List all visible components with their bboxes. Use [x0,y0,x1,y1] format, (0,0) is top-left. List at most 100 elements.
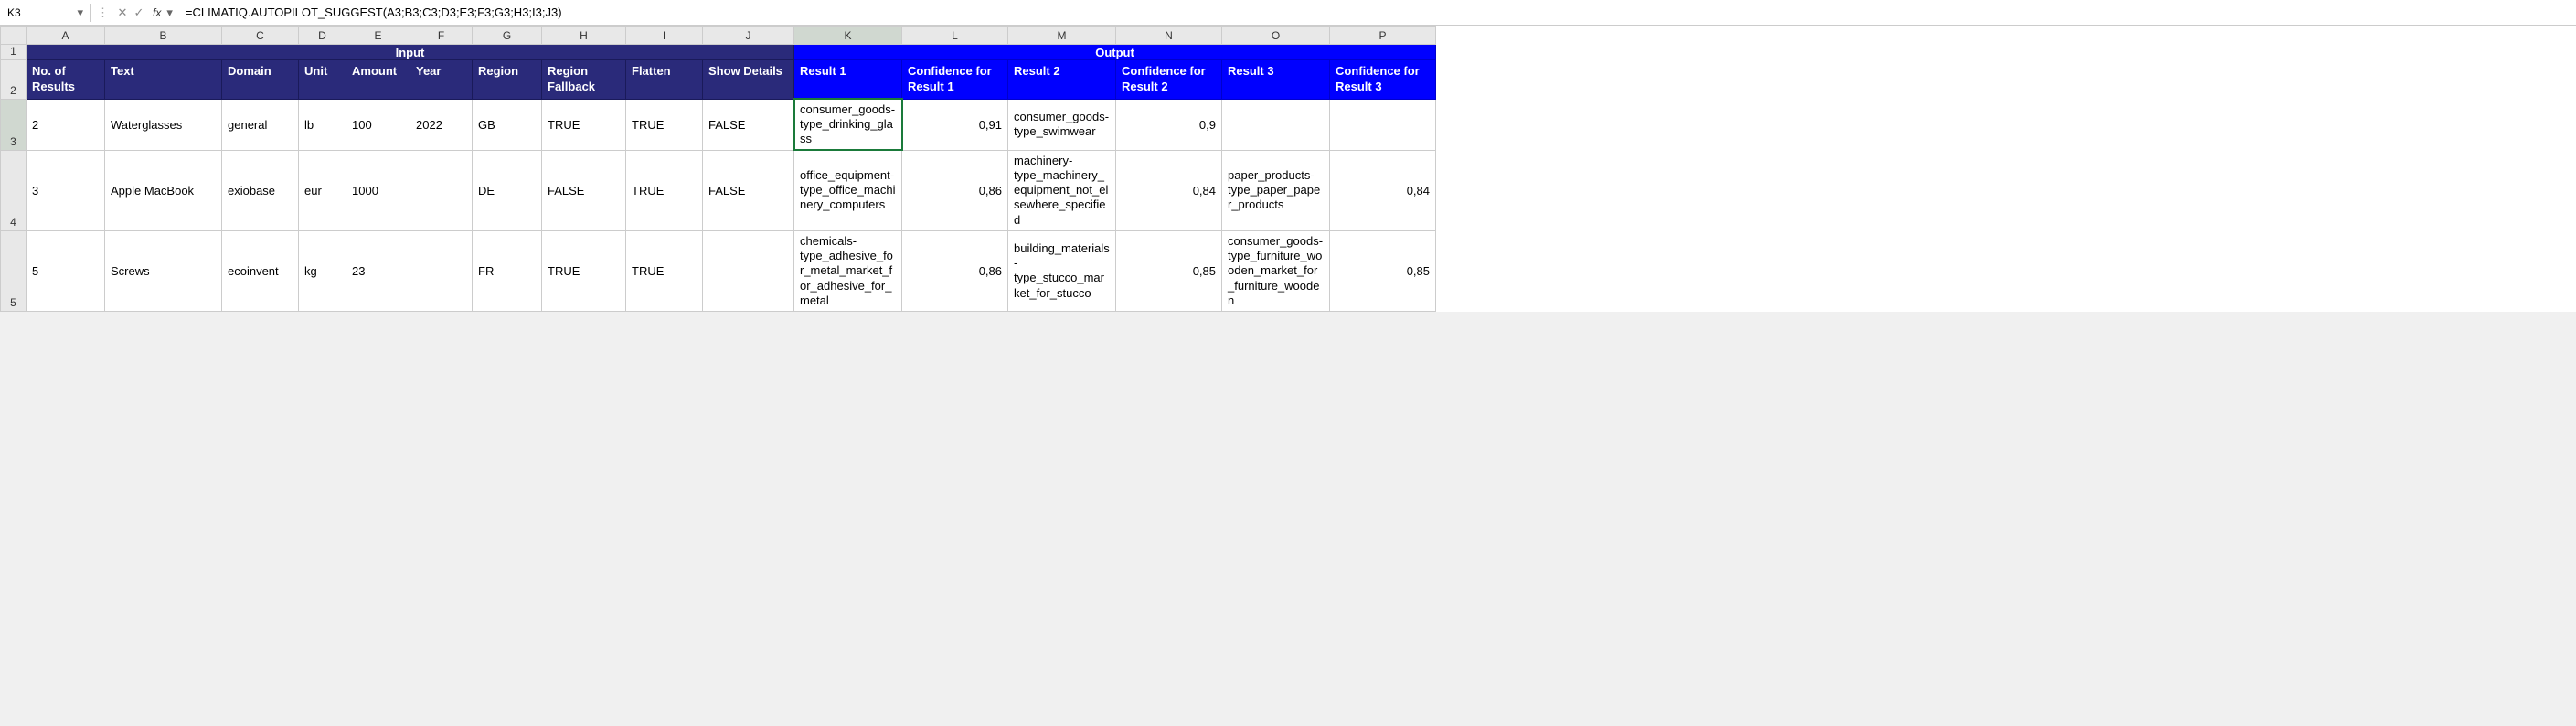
row-header-4[interactable]: 4 [1,150,27,230]
cell-B3[interactable]: Waterglasses [105,99,222,150]
cell-C3[interactable]: general [222,99,299,150]
cell-H3[interactable]: TRUE [542,99,626,150]
cell-D5[interactable]: kg [299,230,346,311]
header-confidence-3[interactable]: Confidence for Result 3 [1330,60,1436,100]
cell-J5[interactable] [703,230,794,311]
cell-P5[interactable]: 0,85 [1330,230,1436,311]
chevron-down-icon[interactable]: ▾ [166,5,178,20]
cell-B4[interactable]: Apple MacBook [105,150,222,230]
name-box[interactable]: ▾ [0,4,91,22]
row-header-1[interactable]: 1 [1,45,27,60]
header-confidence-1[interactable]: Confidence for Result 1 [902,60,1008,100]
select-all-corner[interactable] [1,27,27,45]
cell-A3[interactable]: 2 [27,99,105,150]
header-results-count[interactable]: No. of Results [27,60,105,100]
cell-I5[interactable]: TRUE [626,230,703,311]
chevron-down-icon[interactable]: ▾ [77,5,83,20]
cell-G5[interactable]: FR [473,230,542,311]
cell-J3[interactable]: FALSE [703,99,794,150]
cell-H4[interactable]: FALSE [542,150,626,230]
cell-E5[interactable]: 23 [346,230,410,311]
cell-F4[interactable] [410,150,473,230]
col-header-A[interactable]: A [27,27,105,45]
cell-L3[interactable]: 0,91 [902,99,1008,150]
cell-P4[interactable]: 0,84 [1330,150,1436,230]
col-header-K[interactable]: K [794,27,902,45]
col-header-H[interactable]: H [542,27,626,45]
cell-I4[interactable]: TRUE [626,150,703,230]
col-header-P[interactable]: P [1330,27,1436,45]
col-header-I[interactable]: I [626,27,703,45]
cell-H5[interactable]: TRUE [542,230,626,311]
col-header-B[interactable]: B [105,27,222,45]
cell-M5[interactable]: building_materials-type_stucco_market_fo… [1008,230,1116,311]
cell-G3[interactable]: GB [473,99,542,150]
header-year[interactable]: Year [410,60,473,100]
row-1: 1 Input Output [1,45,1436,60]
cell-O4[interactable]: paper_products-type_paper_paper_products [1222,150,1330,230]
cell-N3[interactable]: 0,9 [1116,99,1222,150]
cell-M4[interactable]: machinery-type_machinery_equipment_not_e… [1008,150,1116,230]
cancel-icon[interactable]: ✕ [114,5,131,20]
header-region-fallback[interactable]: Region Fallback [542,60,626,100]
fx-label[interactable]: fx [147,6,166,19]
col-header-N[interactable]: N [1116,27,1222,45]
cell-G4[interactable]: DE [473,150,542,230]
cell-O3[interactable] [1222,99,1330,150]
cell-F3[interactable]: 2022 [410,99,473,150]
header-domain[interactable]: Domain [222,60,299,100]
confirm-icon[interactable]: ✓ [131,5,147,20]
cell-E3[interactable]: 100 [346,99,410,150]
cell-I3[interactable]: TRUE [626,99,703,150]
spreadsheet-grid[interactable]: A B C D E F G H I J K L M N O P 1 Input … [0,26,2576,312]
header-region[interactable]: Region [473,60,542,100]
cell-N5[interactable]: 0,85 [1116,230,1222,311]
header-result-3[interactable]: Result 3 [1222,60,1330,100]
col-header-L[interactable]: L [902,27,1008,45]
cell-C5[interactable]: ecoinvent [222,230,299,311]
output-banner[interactable]: Output [794,45,1436,60]
col-header-G[interactable]: G [473,27,542,45]
cell-E4[interactable]: 1000 [346,150,410,230]
col-header-F[interactable]: F [410,27,473,45]
cell-L5[interactable]: 0,86 [902,230,1008,311]
header-unit[interactable]: Unit [299,60,346,100]
cell-A4[interactable]: 3 [27,150,105,230]
cell-K4[interactable]: office_equipment-type_office_machinery_c… [794,150,902,230]
cell-O5[interactable]: consumer_goods-type_furniture_wooden_mar… [1222,230,1330,311]
cell-F5[interactable] [410,230,473,311]
col-header-E[interactable]: E [346,27,410,45]
cell-C4[interactable]: exiobase [222,150,299,230]
row-header-3[interactable]: 3 [1,99,27,150]
cell-K3[interactable]: consumer_goods-type_drinking_glass [794,99,902,150]
header-result-1[interactable]: Result 1 [794,60,902,100]
col-header-M[interactable]: M [1008,27,1116,45]
cell-P3[interactable] [1330,99,1436,150]
input-banner[interactable]: Input [27,45,794,60]
cell-D3[interactable]: lb [299,99,346,150]
header-amount[interactable]: Amount [346,60,410,100]
row-4: 4 3 Apple MacBook exiobase eur 1000 DE F… [1,150,1436,230]
cell-A5[interactable]: 5 [27,230,105,311]
cell-reference-input[interactable] [7,6,71,19]
cell-M3[interactable]: consumer_goods-type_swimwear [1008,99,1116,150]
header-result-2[interactable]: Result 2 [1008,60,1116,100]
cell-B5[interactable]: Screws [105,230,222,311]
cell-K5[interactable]: chemicals-type_adhesive_for_metal_market… [794,230,902,311]
col-header-D[interactable]: D [299,27,346,45]
row-5: 5 5 Screws ecoinvent kg 23 FR TRUE TRUE … [1,230,1436,311]
col-header-J[interactable]: J [703,27,794,45]
cell-J4[interactable]: FALSE [703,150,794,230]
cell-N4[interactable]: 0,84 [1116,150,1222,230]
header-confidence-2[interactable]: Confidence for Result 2 [1116,60,1222,100]
row-header-2[interactable]: 2 [1,60,27,100]
col-header-O[interactable]: O [1222,27,1330,45]
cell-L4[interactable]: 0,86 [902,150,1008,230]
col-header-C[interactable]: C [222,27,299,45]
header-show-details[interactable]: Show Details [703,60,794,100]
header-text[interactable]: Text [105,60,222,100]
row-header-5[interactable]: 5 [1,230,27,311]
formula-input[interactable] [178,4,2576,21]
header-flatten[interactable]: Flatten [626,60,703,100]
cell-D4[interactable]: eur [299,150,346,230]
